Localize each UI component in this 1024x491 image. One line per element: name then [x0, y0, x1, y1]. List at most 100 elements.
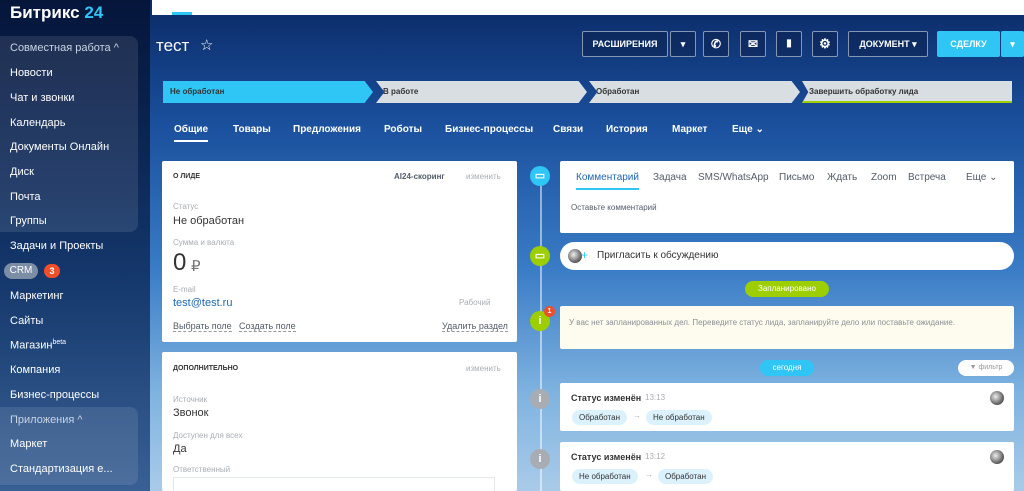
tab-robots[interactable]: Роботы — [384, 124, 422, 135]
activity-tab-wait[interactable]: Ждать — [827, 172, 857, 183]
tab-products[interactable]: Товары — [233, 124, 271, 135]
create-field-link[interactable]: Создать поле — [239, 321, 296, 332]
delete-section-link[interactable]: Удалить раздел — [442, 321, 508, 332]
sidebar-item-shop-label: Магазин — [10, 339, 53, 352]
chat-icon: ▭ — [530, 246, 550, 266]
sidebar-item-sites[interactable]: Сайты — [10, 315, 43, 327]
arrow-icon: → — [645, 470, 653, 479]
gear-icon[interactable]: ⚙ — [812, 31, 838, 57]
top-strip — [152, 0, 1024, 15]
stage-not-processed[interactable]: Не обработан — [163, 81, 373, 103]
sidebar-item-groups[interactable]: Группы — [10, 215, 47, 227]
tab-bizproc[interactable]: Бизнес-процессы — [445, 124, 533, 135]
status-to-chip: Не обработан — [646, 410, 712, 425]
convert-to-deal-button[interactable]: СДЕЛКУ — [937, 31, 1000, 57]
info-icon: i — [530, 449, 550, 469]
sum-label: Сумма и валюта — [173, 238, 235, 247]
sidebar-item-chat[interactable]: Чат и звонки — [10, 92, 74, 104]
email-label: E-mail — [173, 285, 196, 294]
filter-button[interactable]: ▼ фильтр — [958, 360, 1014, 376]
lead-info-card — [162, 161, 517, 342]
avatar — [568, 249, 582, 263]
tab-more[interactable]: Еще ⌄ — [732, 124, 764, 135]
source-label: Источник — [173, 395, 208, 404]
status-change-event — [560, 383, 1014, 431]
activity-tab-mail[interactable]: Письмо — [779, 172, 814, 183]
logo-number: 24 — [84, 3, 104, 22]
activity-tab-sms[interactable]: SMS/WhatsApp — [698, 172, 769, 183]
select-field-link[interactable]: Выбрать поле — [173, 321, 232, 332]
extensions-button[interactable]: РАСШИРЕНИЯ — [582, 31, 668, 57]
stage-in-progress[interactable]: В работе — [376, 81, 587, 103]
tab-general[interactable]: Общие — [174, 124, 209, 142]
sidebar-item-marketing[interactable]: Маркетинг — [10, 290, 63, 302]
planned-empty-text: У вас нет запланированных дел. Переведит… — [569, 318, 956, 327]
activity-tab-task[interactable]: Задача — [653, 172, 687, 183]
activity-tab-comment[interactable]: Комментарий — [576, 172, 639, 190]
access-value: Да — [173, 443, 187, 455]
info-icon: i — [530, 389, 550, 409]
sidebar-item-disk[interactable]: Диск — [10, 166, 34, 178]
mail-icon[interactable]: ✉ — [740, 31, 766, 57]
responsible-field — [173, 477, 495, 491]
event-time: 13:13 — [645, 393, 666, 402]
today-badge: сегодня — [760, 360, 814, 376]
sidebar-item-news[interactable]: Новости — [10, 67, 53, 79]
comment-input[interactable]: Оставьте комментарий — [571, 203, 657, 212]
tab-market[interactable]: Маркет — [672, 124, 707, 135]
sidebar-group-apps-title[interactable]: Приложения ^ — [10, 414, 83, 426]
phone-icon[interactable]: ✆ — [703, 31, 729, 57]
avatar — [990, 391, 1004, 405]
filter-icon: ▼ — [969, 364, 977, 371]
event-time: 13:12 — [645, 452, 666, 461]
activity-tab-meeting[interactable]: Встреча — [908, 172, 946, 183]
avatar — [990, 450, 1004, 464]
sidebar-group-work-title[interactable]: Совместная работа ^ — [10, 42, 119, 54]
lead-edit-link[interactable]: изменить — [466, 172, 501, 181]
lead-card-header: О ЛИДЕ — [173, 173, 200, 180]
invite-label: Пригласить к обсуждению — [597, 250, 719, 261]
sidebar-item-standardization[interactable]: Стандартизация е... — [10, 463, 113, 475]
activity-tab-more[interactable]: Еще ⌄ — [966, 172, 998, 183]
document-button[interactable]: ДОКУМЕНТ ▾ — [848, 31, 928, 57]
tab-links[interactable]: Связи — [553, 124, 583, 135]
sidebar-item-bizproc[interactable]: Бизнес-процессы — [10, 389, 99, 401]
sidebar-item-calendar[interactable]: Календарь — [10, 117, 66, 129]
arrow-icon: → — [633, 411, 641, 420]
currency-symbol: ₽ — [191, 258, 201, 275]
crm-counter-badge: 3 — [44, 264, 60, 278]
page-title: тест — [156, 36, 190, 55]
sidebar-item-shop[interactable]: Магазинbeta — [10, 339, 66, 352]
chat-icon[interactable]: ▮ — [776, 31, 802, 57]
email-link[interactable]: test@test.ru — [173, 297, 232, 309]
sidebar-item-tasks[interactable]: Задачи и Проекты — [10, 240, 103, 252]
email-type: Рабочий — [459, 298, 491, 307]
status-value: Не обработан — [173, 215, 245, 227]
stage-processed[interactable]: Обработан — [589, 81, 800, 103]
extra-card-header: ДОПОЛНИТЕЛЬНО — [173, 365, 239, 372]
sum-value: 0 — [173, 249, 187, 276]
extensions-dropdown-button[interactable]: ▾ — [670, 31, 696, 57]
sidebar-item-market[interactable]: Маркет — [10, 438, 47, 450]
beta-label: beta — [52, 339, 67, 346]
status-from-chip: Обработан — [572, 410, 627, 425]
activity-tab-zoom[interactable]: Zoom — [871, 172, 897, 183]
star-icon[interactable]: ☆ — [200, 36, 213, 54]
planned-counter-badge: 1 — [544, 306, 555, 317]
deal-dropdown-button[interactable]: ▾ — [1001, 31, 1024, 57]
top-tab-indicator — [172, 12, 192, 15]
status-label: Статус — [173, 202, 199, 211]
filter-label: фильтр — [978, 364, 1003, 371]
sidebar-item-mail[interactable]: Почта — [10, 191, 41, 203]
sidebar-item-documents[interactable]: Документы Онлайн — [10, 141, 109, 153]
ai-scoring-link[interactable]: AI24-скоринг — [394, 172, 445, 181]
tab-history[interactable]: История — [606, 124, 648, 135]
sidebar-item-company[interactable]: Компания — [10, 364, 60, 376]
extra-edit-link[interactable]: изменить — [466, 364, 501, 373]
sidebar-item-crm[interactable]: CRM — [4, 263, 38, 279]
event-title: Статус изменён — [571, 452, 642, 462]
responsible-label: Ответственный — [173, 465, 231, 474]
tab-offers[interactable]: Предложения — [293, 124, 361, 135]
stage-finish[interactable]: Завершить обработку лида — [802, 81, 1012, 103]
logo[interactable]: Битрикс 24 — [10, 3, 103, 23]
